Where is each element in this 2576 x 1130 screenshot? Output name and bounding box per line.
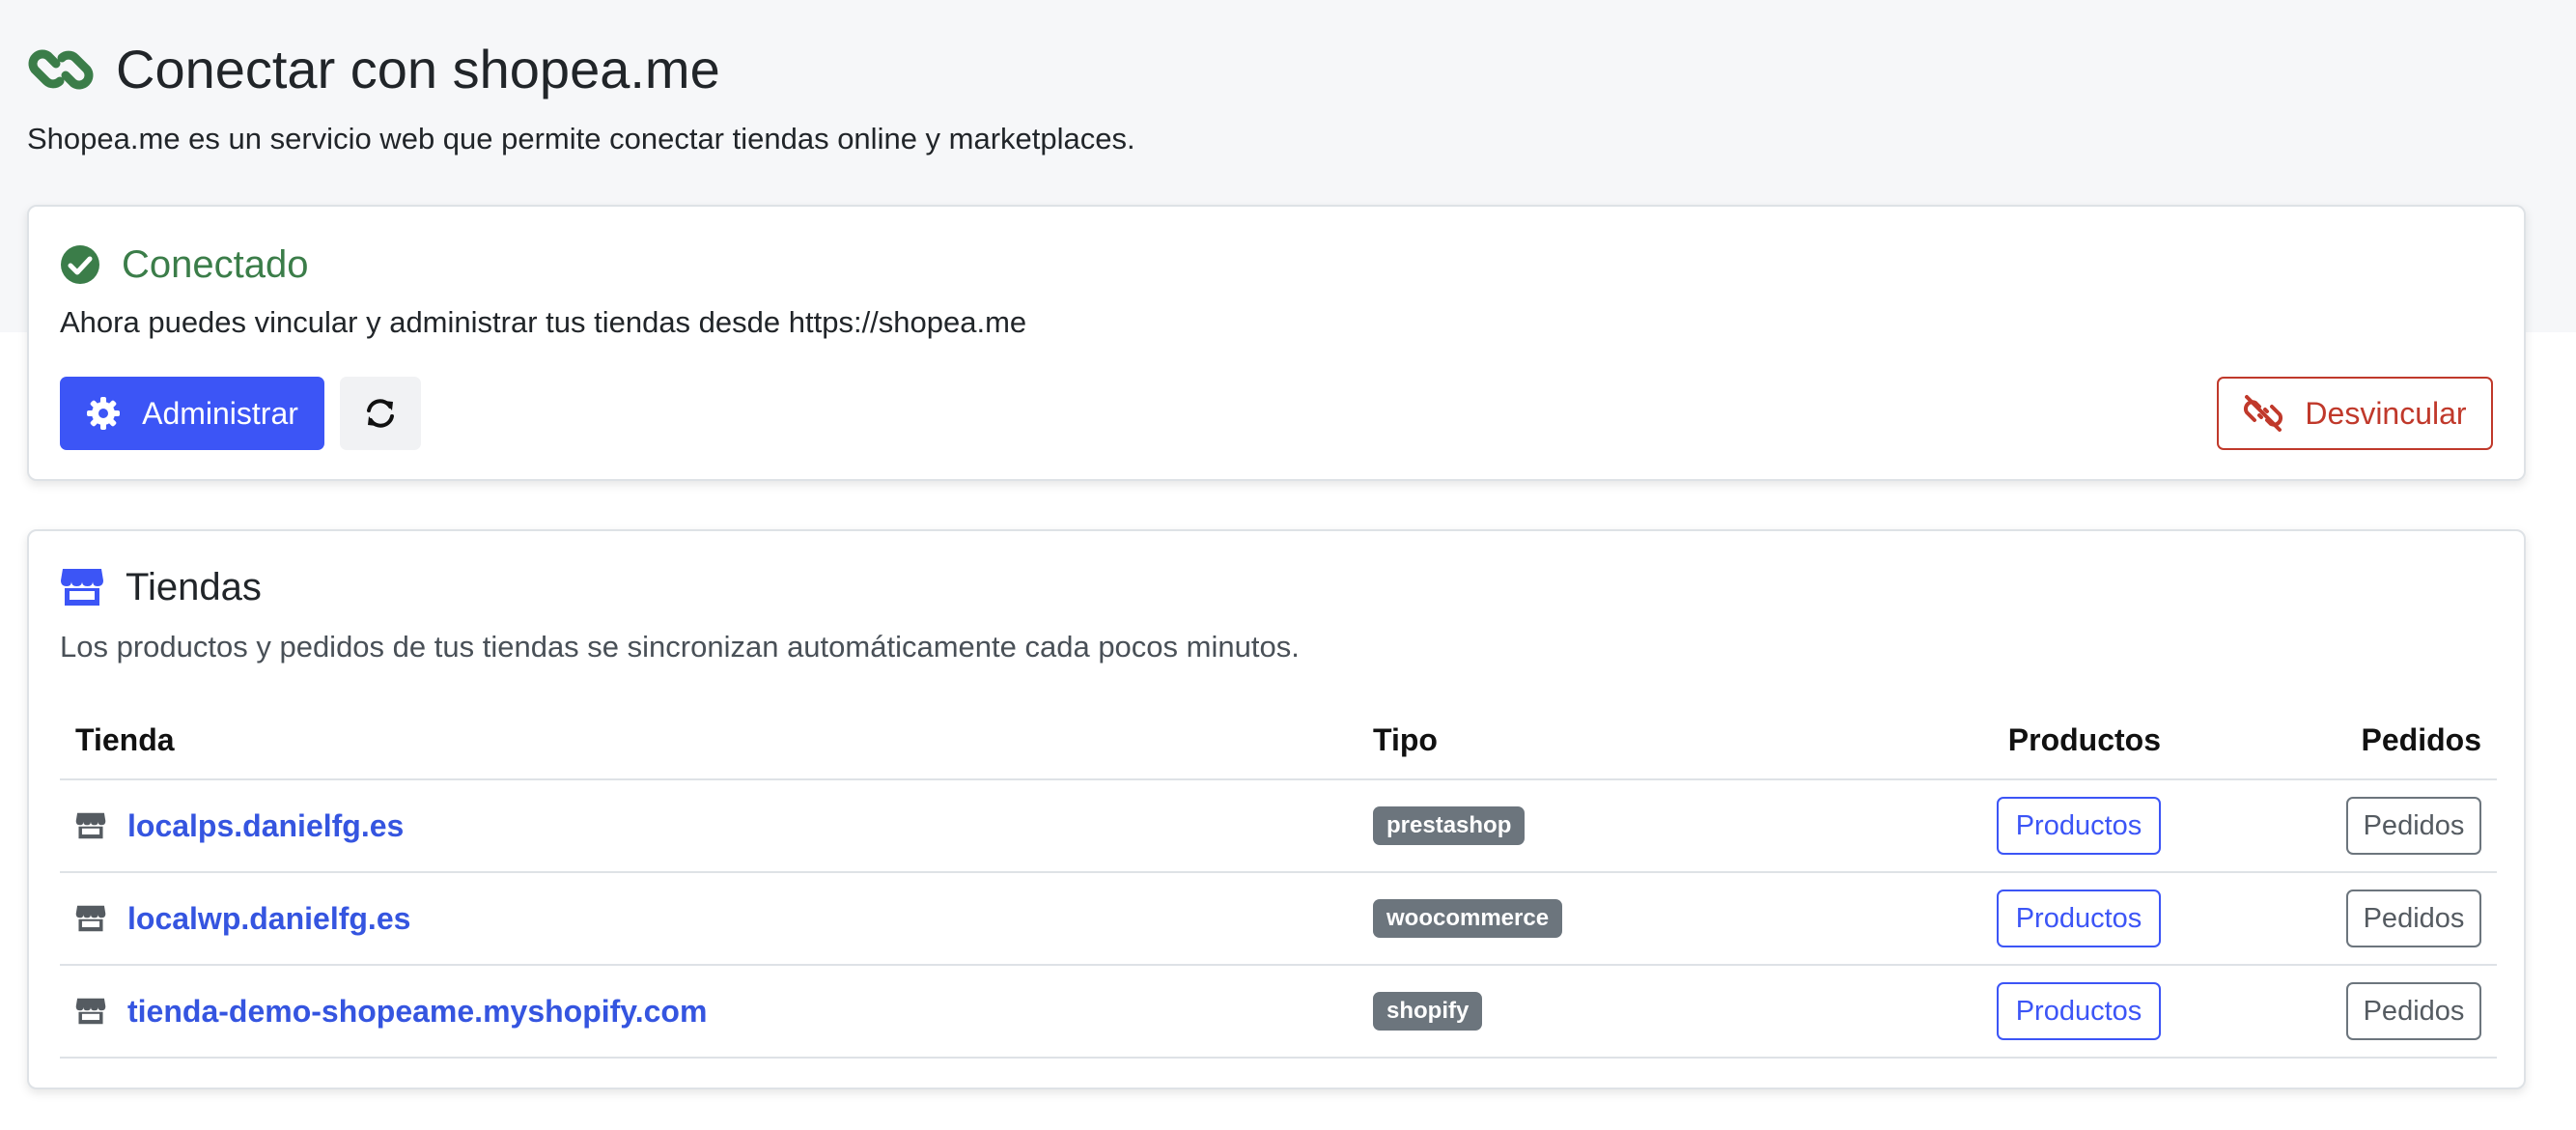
column-header-products: Productos xyxy=(2007,722,2161,757)
store-cell: localps.danielfg.es xyxy=(75,780,404,871)
store-icon xyxy=(61,569,103,606)
page-subtitle: Shopea.me es un servicio web que permite… xyxy=(27,122,1135,155)
orders-button[interactable]: Pedidos xyxy=(2346,797,2481,855)
refresh-button[interactable] xyxy=(340,377,421,450)
products-button[interactable]: Productos xyxy=(1997,890,2161,947)
store-cell: localwp.danielfg.es xyxy=(75,873,410,964)
link-icon xyxy=(28,49,94,90)
type-badge: shopify xyxy=(1373,992,1483,1031)
stores-card: Tiendas Los productos y pedidos de tus t… xyxy=(27,529,2526,1089)
store-cell: tienda-demo-shopeame.myshopify.com xyxy=(75,966,707,1057)
table-header: Tienda Tipo Productos Pedidos xyxy=(60,701,2497,780)
stores-title: Tiendas xyxy=(126,566,262,608)
store-icon xyxy=(75,812,106,839)
page-header: Conectar con shopea.me xyxy=(27,35,720,104)
store-link[interactable]: localps.danielfg.es xyxy=(127,808,404,844)
stores-description: Los productos y pedidos de tus tiendas s… xyxy=(60,630,1300,664)
admin-button[interactable]: Administrar xyxy=(60,377,324,450)
store-icon xyxy=(75,905,106,932)
unlink-icon xyxy=(2244,395,2283,432)
column-header-orders: Pedidos xyxy=(2361,722,2481,757)
connection-card: Conectado Ahora puedes vincular y admini… xyxy=(27,205,2526,481)
type-cell: woocommerce xyxy=(1373,873,1563,964)
products-button[interactable]: Productos xyxy=(1997,797,2161,855)
store-link[interactable]: tienda-demo-shopeame.myshopify.com xyxy=(127,994,707,1030)
status-title: Conectado xyxy=(122,243,309,286)
unlink-button-label: Desvincular xyxy=(2305,395,2467,431)
table-row: localps.danielfg.es prestashop Productos… xyxy=(60,780,2497,873)
products-button[interactable]: Productos xyxy=(1997,982,2161,1040)
table-row: tienda-demo-shopeame.myshopify.com shopi… xyxy=(60,966,2497,1059)
orders-button[interactable]: Pedidos xyxy=(2346,982,2481,1040)
column-header-type: Tipo xyxy=(1373,722,1438,757)
admin-button-label: Administrar xyxy=(142,395,298,431)
table-row: localwp.danielfg.es woocommerce Producto… xyxy=(60,873,2497,966)
orders-button[interactable]: Pedidos xyxy=(2346,890,2481,947)
column-header-store: Tienda xyxy=(75,722,175,757)
gear-icon xyxy=(87,397,121,430)
type-cell: prestashop xyxy=(1373,780,1526,871)
store-icon xyxy=(75,998,106,1025)
page-title-row: Conectar con shopea.me xyxy=(27,35,720,104)
type-cell: shopify xyxy=(1373,966,1483,1057)
stores-header: Tiendas xyxy=(60,562,262,612)
status-row: Conectado xyxy=(60,240,308,290)
stores-table: Tienda Tipo Productos Pedidos localps.da… xyxy=(60,701,2497,1059)
type-badge: prestashop xyxy=(1373,806,1526,845)
store-link[interactable]: localwp.danielfg.es xyxy=(127,901,410,937)
refresh-icon xyxy=(367,399,394,428)
unlink-button[interactable]: Desvincular xyxy=(2217,377,2493,450)
page-title: Conectar con shopea.me xyxy=(116,39,720,99)
status-description: Ahora puedes vincular y administrar tus … xyxy=(60,305,1027,339)
type-badge: woocommerce xyxy=(1373,899,1563,938)
check-circle-icon xyxy=(61,245,99,284)
